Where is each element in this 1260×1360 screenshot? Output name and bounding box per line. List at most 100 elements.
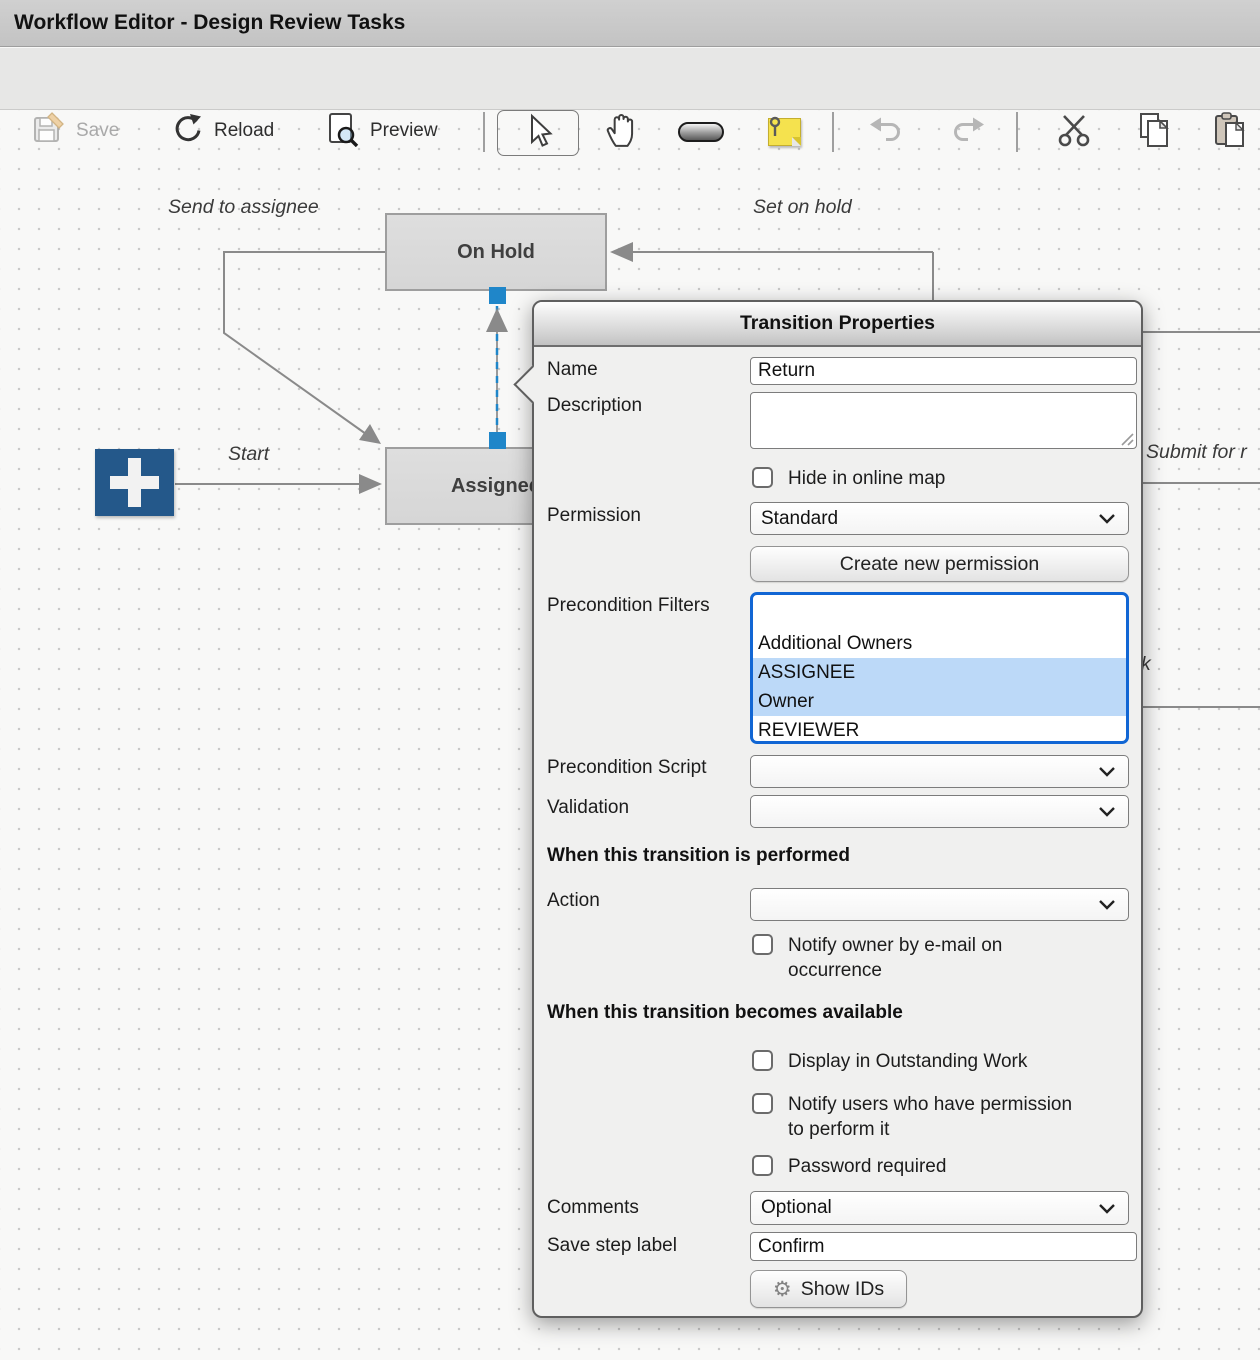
page-title: Workflow Editor - Design Review Tasks [14,11,405,35]
action-label: Action [547,890,600,912]
undo-button[interactable] [866,111,908,153]
available-heading: When this transition becomes available [547,1002,903,1024]
save-step-label: Save step label [547,1235,677,1257]
permission-label: Permission [547,505,641,527]
hand-icon [602,111,640,154]
workflow-canvas[interactable]: Send to assignee Set on hold Start Submi… [0,110,1260,1360]
reload-label: Reload [214,120,274,142]
notify-owner-checkbox[interactable] [752,934,773,955]
undo-icon [868,115,906,150]
copy-icon [1136,111,1172,154]
plus-icon [128,458,141,507]
save-button[interactable]: Save [32,111,119,151]
save-icon [32,112,66,151]
display-outstanding-checkbox[interactable] [752,1050,773,1071]
paste-icon [1212,111,1248,154]
select-tool-button[interactable] [497,110,579,156]
transition-label-submit-for-review: Submit for r [1146,441,1247,464]
filter-option[interactable]: ASSIGNEE [753,658,1126,687]
chevron-down-icon [1098,806,1116,817]
performed-heading: When this transition is performed [547,845,850,867]
toolbar-separator [832,112,834,152]
state-assigned-label: Assigned [451,475,541,498]
transition-handle-top[interactable] [489,287,506,304]
sticky-note-icon [768,118,801,146]
arrowhead [359,474,382,494]
hide-in-online-map-label: Hide in online map [788,466,945,491]
action-select[interactable] [750,888,1129,921]
notify-users-label: Notify users who have permission to perf… [788,1092,1072,1142]
filter-option[interactable]: Additional Owners [753,629,1126,658]
toolbar-separator [1016,112,1018,152]
chevron-down-icon [1098,1203,1116,1214]
state-on-hold-label: On Hold [457,241,535,264]
cursor-icon [523,113,553,154]
filter-option[interactable]: REVIEWER [753,716,1126,744]
chevron-down-icon [1098,899,1116,910]
comments-value: Optional [751,1197,1098,1219]
start-node[interactable] [95,449,174,516]
comments-label: Comments [547,1197,639,1219]
arrowhead [610,242,633,262]
save-step-input[interactable] [750,1232,1137,1261]
comments-select[interactable]: Optional [750,1191,1129,1225]
show-ids-label: Show IDs [801,1278,884,1301]
show-ids-button[interactable]: ⚙ Show IDs [750,1270,907,1308]
password-required-label: Password required [788,1154,946,1179]
add-note-tool-button[interactable] [764,111,804,153]
arrowhead [359,424,381,444]
password-required-checkbox[interactable] [752,1155,773,1176]
arrowhead [486,308,508,332]
chevron-down-icon [1098,766,1116,777]
dialog-title: Transition Properties [740,312,935,335]
precondition-filters-label: Precondition Filters [547,595,710,617]
window-title-bar: Workflow Editor - Design Review Tasks [0,0,1260,47]
redo-icon [948,115,986,150]
precondition-filters-listbox[interactable]: Additional Owners ASSIGNEE Owner REVIEWE… [750,592,1129,744]
permission-select[interactable]: Standard [750,502,1129,535]
scissors-icon [1055,112,1093,153]
dialog-title-bar[interactable]: Transition Properties [534,302,1141,347]
preview-button[interactable]: Preview [326,111,438,151]
precondition-script-label: Precondition Script [547,757,706,779]
gear-icon: ⚙ [773,1277,792,1302]
validation-label: Validation [547,797,629,819]
name-input[interactable] [750,357,1137,385]
cut-button[interactable] [1054,111,1094,153]
transition-properties-dialog: Transition Properties Name Description H… [532,300,1143,1318]
transition-send-to-assignee[interactable] [224,252,385,434]
notify-owner-label: Notify owner by e-mail on occurrence [788,933,1002,983]
copy-button[interactable] [1134,111,1174,153]
create-new-permission-label: Create new permission [840,553,1039,576]
notify-users-checkbox[interactable] [752,1093,773,1114]
reload-icon [170,112,204,151]
permission-value: Standard [751,508,1098,530]
paste-button[interactable] [1210,111,1250,153]
transition-label-set-on-hold: Set on hold [753,196,852,219]
reload-button[interactable]: Reload [170,111,274,151]
transition-label-send-to-assignee: Send to assignee [168,196,319,219]
toolbar-separator [483,112,485,152]
precondition-script-select[interactable] [750,755,1129,788]
transition-label-start: Start [228,443,269,466]
filter-option[interactable]: Owner [753,687,1126,716]
description-label: Description [547,395,642,417]
toolbar: Save Reload Preview [0,48,1260,110]
pan-tool-button[interactable] [600,111,642,153]
add-step-tool-button[interactable] [677,111,725,153]
preview-label: Preview [370,120,438,142]
name-label: Name [547,359,598,381]
description-textarea[interactable] [750,392,1137,449]
step-shape-icon [678,122,724,142]
transition-handle-bottom[interactable] [489,432,506,449]
create-new-permission-button[interactable]: Create new permission [750,546,1129,582]
state-on-hold[interactable]: On Hold [385,213,607,291]
redo-button[interactable] [946,111,988,153]
display-outstanding-label: Display in Outstanding Work [788,1049,1027,1074]
validation-select[interactable] [750,795,1129,828]
workflow-editor-window: Workflow Editor - Design Review Tasks Sa… [0,0,1260,1360]
chevron-down-icon [1098,513,1116,524]
preview-icon [326,111,360,152]
save-label: Save [76,120,119,142]
hide-in-online-map-checkbox[interactable] [752,467,773,488]
